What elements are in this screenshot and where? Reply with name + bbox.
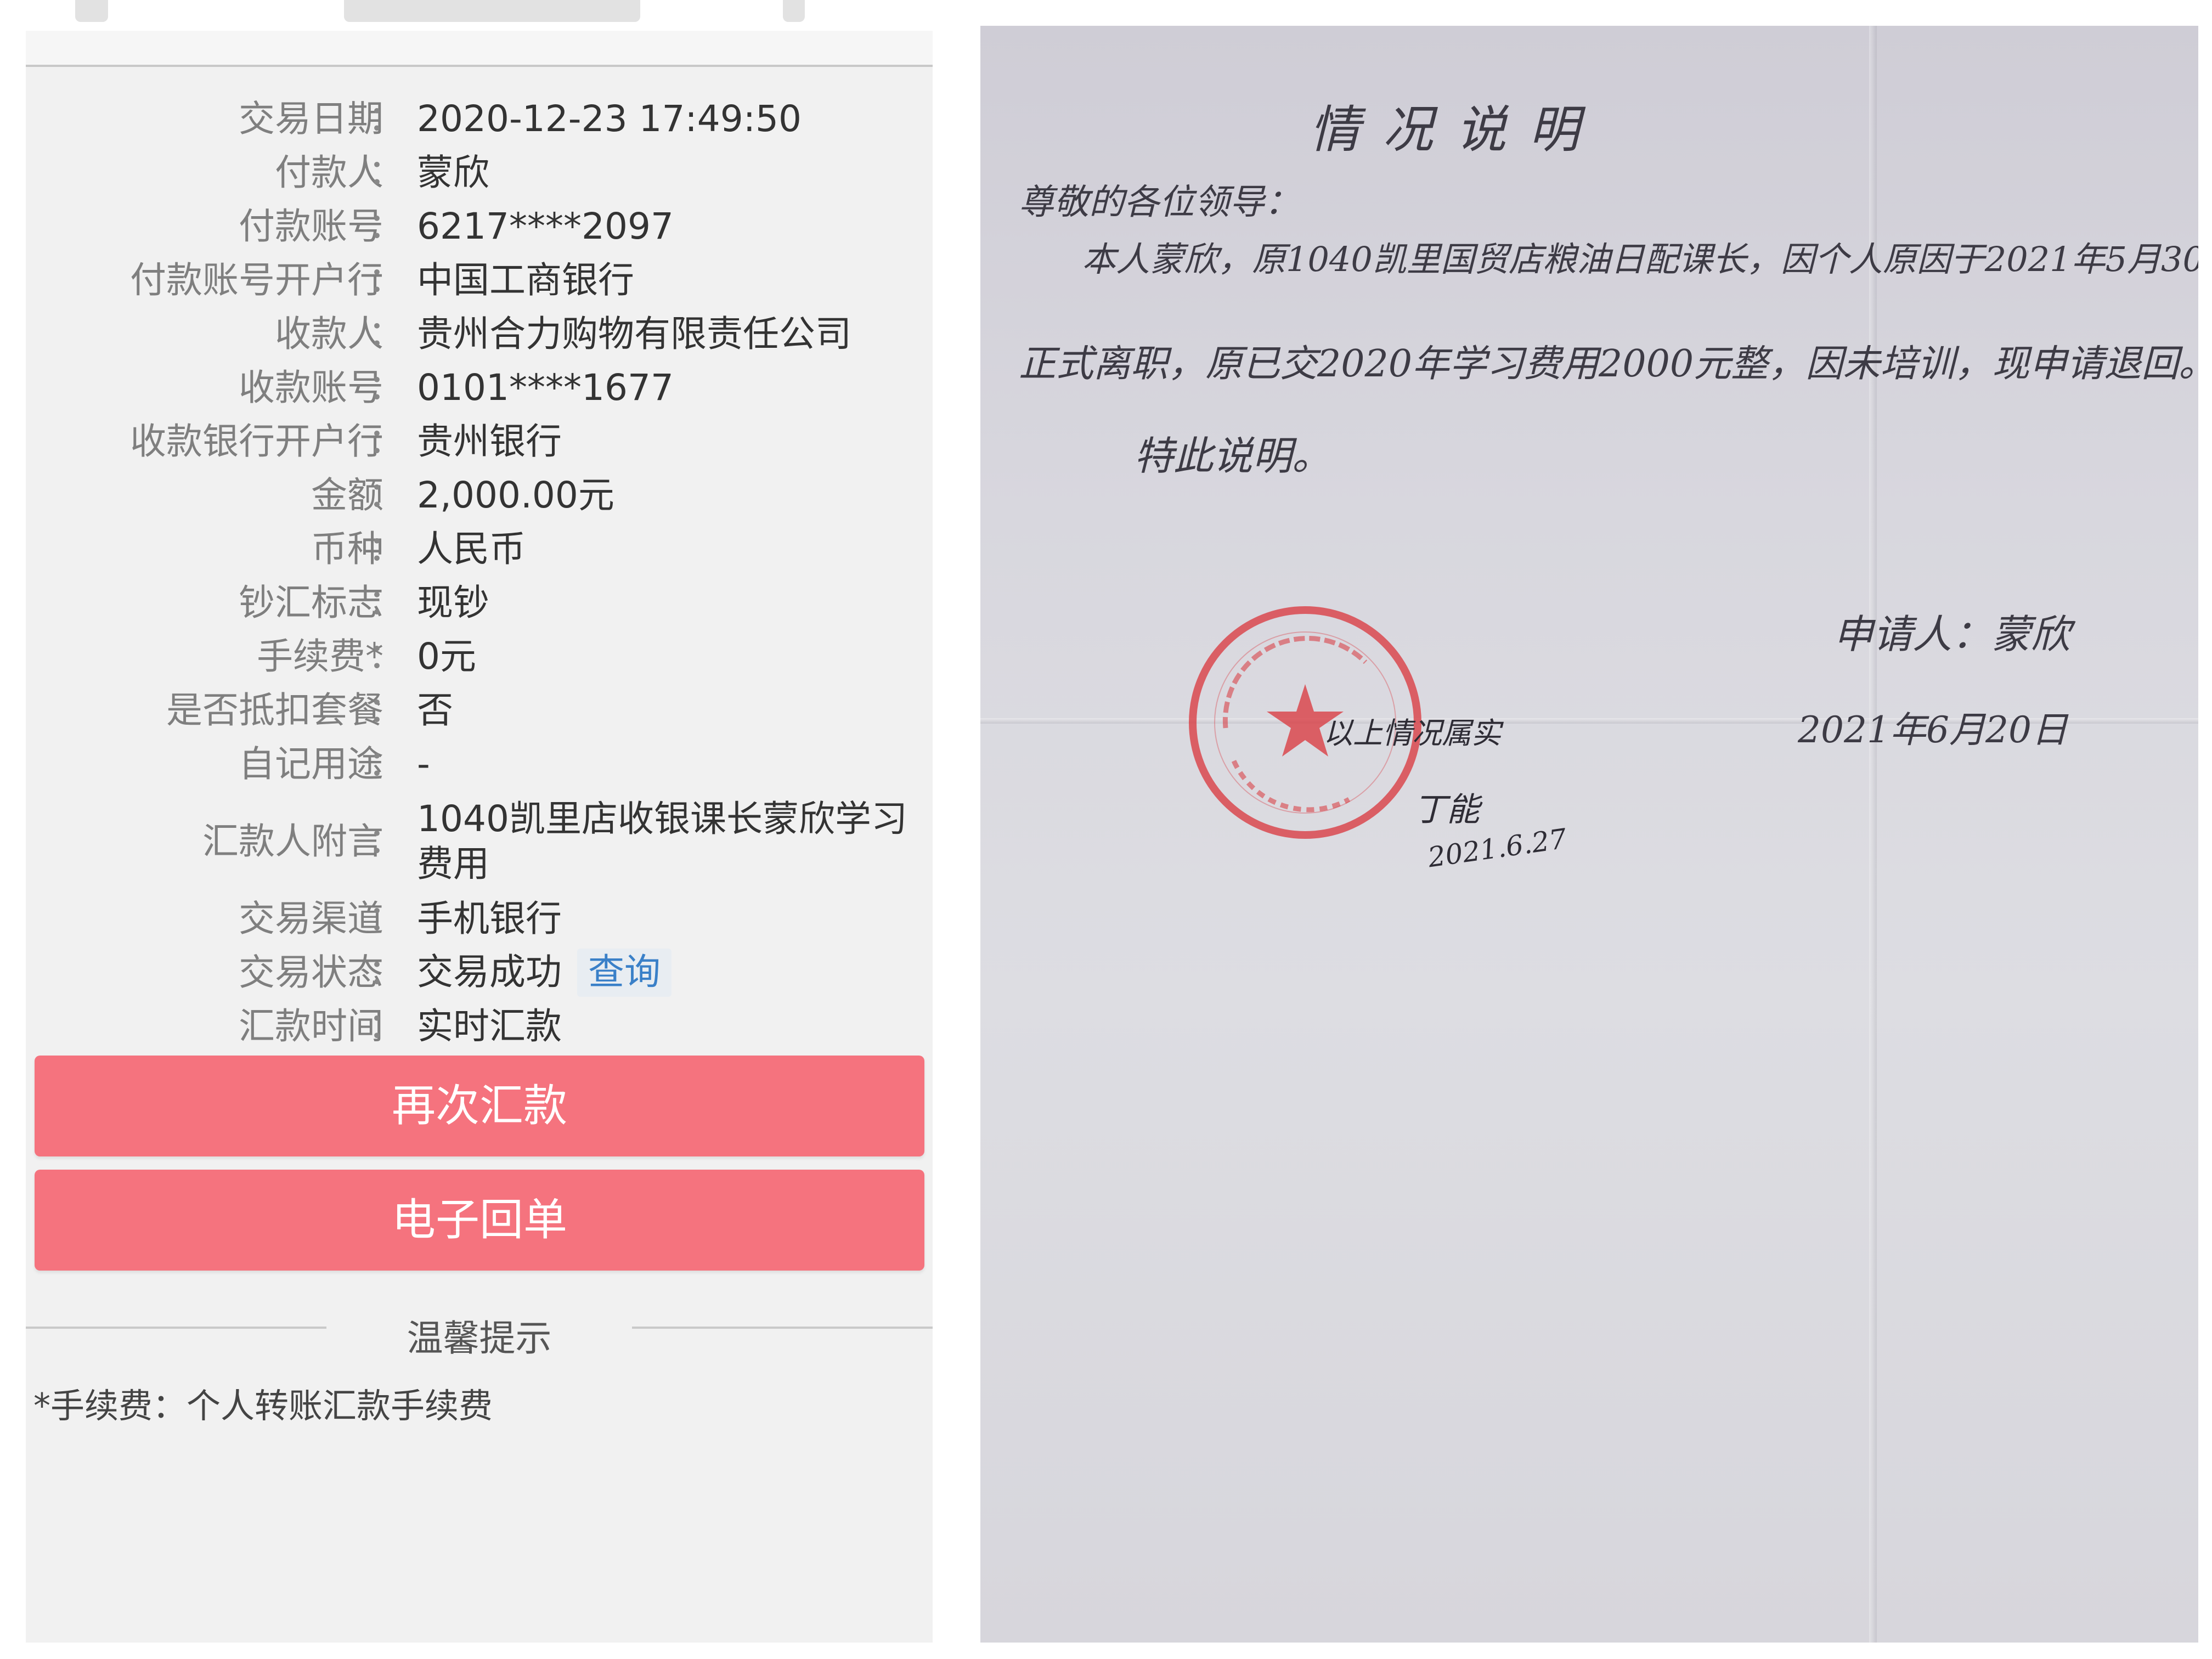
colon: ：: [368, 475, 403, 516]
label-remit-time: 汇款时间: [239, 1005, 383, 1047]
row-remit-time: 汇款时间 ： 实时汇款: [26, 1000, 933, 1053]
label-amount: 金额: [311, 474, 383, 516]
colon: ：: [368, 744, 403, 785]
value-payer: 蒙欣: [417, 151, 489, 194]
value-status: 交易成功 查询: [417, 949, 672, 997]
row-cash-flag: 钞汇标志 ： 现钞: [26, 576, 933, 630]
row-payer-bank: 付款账号开户行 ： 中国工商银行: [26, 253, 933, 307]
colon: ：: [368, 899, 403, 939]
row-fee: 手续费* ： 0元: [26, 630, 933, 684]
value-payee-account: 0101****1677: [417, 366, 674, 409]
transfer-detail-screen: 交易日期 ： 2020-12-23 17:49:50 付款人 ： 蒙欣 付款账号…: [26, 0, 933, 1643]
header-band: [26, 31, 933, 65]
handwritten-statement-photo: 情 况 说 明 尊敬的各位领导： 本人蒙欣，原1040凯里国贸店粮油日配课长，因…: [980, 26, 2198, 1643]
row-channel: 交易渠道 ： 手机银行: [26, 892, 933, 946]
label-payer-account: 付款账号: [239, 205, 383, 247]
colon: ：: [368, 368, 403, 408]
value-purpose: -: [417, 743, 430, 785]
label-channel: 交易渠道: [239, 898, 383, 940]
value-currency: 人民币: [417, 528, 526, 570]
label-payee-bank: 收款银行开户行: [130, 420, 383, 462]
label-payee-account: 收款账号: [239, 366, 383, 409]
value-payee-bank: 贵州银行: [417, 420, 562, 462]
value-payee: 贵州合力购物有限责任公司: [417, 313, 851, 355]
letter-line-2: 正式离职，原已交2020年学习费用2000元整，因未培训，现申请退回。: [1019, 342, 2198, 386]
label-payer-bank: 付款账号开户行: [130, 259, 383, 301]
row-purpose: 自记用途 ： -: [26, 737, 933, 791]
e-receipt-button[interactable]: 电子回单: [35, 1170, 924, 1271]
verification-note: 以上情况属实: [1323, 716, 1501, 751]
colon: ：: [368, 636, 403, 677]
colon: ：: [368, 99, 403, 139]
letter-closing: 特此说明。: [1134, 433, 1332, 479]
row-remitter-note: 汇款人附言 ： 1040凯里店收银课长蒙欣学习费用: [26, 791, 933, 892]
fee-note: *手续费：个人转账汇款手续费: [33, 1386, 493, 1426]
remit-again-button[interactable]: 再次汇款: [35, 1056, 924, 1156]
value-remitter-note: 1040凯里店收银课长蒙欣学习费用: [417, 798, 907, 885]
label-purpose: 自记用途: [239, 743, 383, 785]
colon: ：: [368, 1006, 403, 1047]
row-package-deduction: 是否抵扣套餐 ： 否: [26, 684, 933, 737]
label-status: 交易状态: [239, 951, 383, 994]
status-text: 交易成功: [417, 951, 562, 993]
value-remit-time: 实时汇款: [417, 1005, 562, 1047]
letter-line-1: 本人蒙欣，原1040凯里国贸店粮油日配课长，因个人原因于2021年5月30日: [1082, 239, 2198, 279]
colon: ：: [368, 821, 403, 862]
row-payee-account: 收款账号 ： 0101****1677: [26, 361, 933, 415]
row-payee-bank: 收款银行开户行 ： 贵州银行: [26, 415, 933, 469]
letter-date: 2021年6月20日: [1798, 709, 2068, 751]
colon: ：: [368, 153, 403, 193]
row-amount: 金额 ： 2,000.00元: [26, 469, 933, 522]
value-amount: 2,000.00元: [417, 474, 614, 516]
cropped-header: [26, 0, 933, 31]
value-payer-account: 6217****2097: [417, 205, 674, 247]
row-status: 交易状态 ： 交易成功 查询: [26, 946, 933, 1000]
label-cash-flag: 钞汇标志: [239, 582, 383, 624]
value-transaction-date: 2020-12-23 17:49:50: [417, 98, 802, 140]
label-currency: 币种: [311, 528, 383, 570]
label-payee: 收款人: [275, 313, 383, 355]
label-fee: 手续费*: [257, 635, 383, 678]
value-package-deduction: 否: [417, 689, 453, 731]
colon: ：: [368, 952, 403, 993]
query-link[interactable]: 查询: [577, 949, 672, 997]
colon: ：: [368, 421, 403, 462]
row-payer: 付款人 ： 蒙欣: [26, 146, 933, 200]
letter-title: 情 况 说 明: [1310, 100, 1583, 159]
value-fee: 0元: [417, 635, 476, 678]
header-divider: [26, 65, 933, 67]
row-transaction-date: 交易日期 ： 2020-12-23 17:49:50: [26, 92, 933, 146]
colon: ：: [368, 529, 403, 569]
label-payer: 付款人: [275, 151, 383, 194]
value-payer-bank: 中国工商银行: [417, 259, 634, 301]
row-currency: 币种 ： 人民币: [26, 522, 933, 576]
value-cash-flag: 现钞: [417, 582, 489, 624]
label-package-deduction: 是否抵扣套餐: [166, 689, 383, 731]
row-payer-account: 付款账号 ： 6217****2097: [26, 200, 933, 253]
colon: ：: [368, 260, 403, 301]
tips-title: 温馨提示: [407, 1317, 552, 1359]
colon: ：: [368, 690, 403, 731]
letter-salutation: 尊敬的各位领导：: [1019, 182, 1300, 223]
label-remitter-note: 汇款人附言: [202, 820, 383, 862]
verifier-signature: 丁能: [1414, 791, 1480, 829]
row-payee: 收款人 ： 贵州合力购物有限责任公司: [26, 307, 933, 361]
colon: ：: [368, 583, 403, 623]
value-channel: 手机银行: [417, 898, 562, 940]
applicant-signature: 申请人：蒙欣: [1833, 611, 2071, 657]
colon: ：: [368, 206, 403, 247]
label-transaction-date: 交易日期: [239, 98, 383, 140]
colon: ：: [368, 314, 403, 354]
